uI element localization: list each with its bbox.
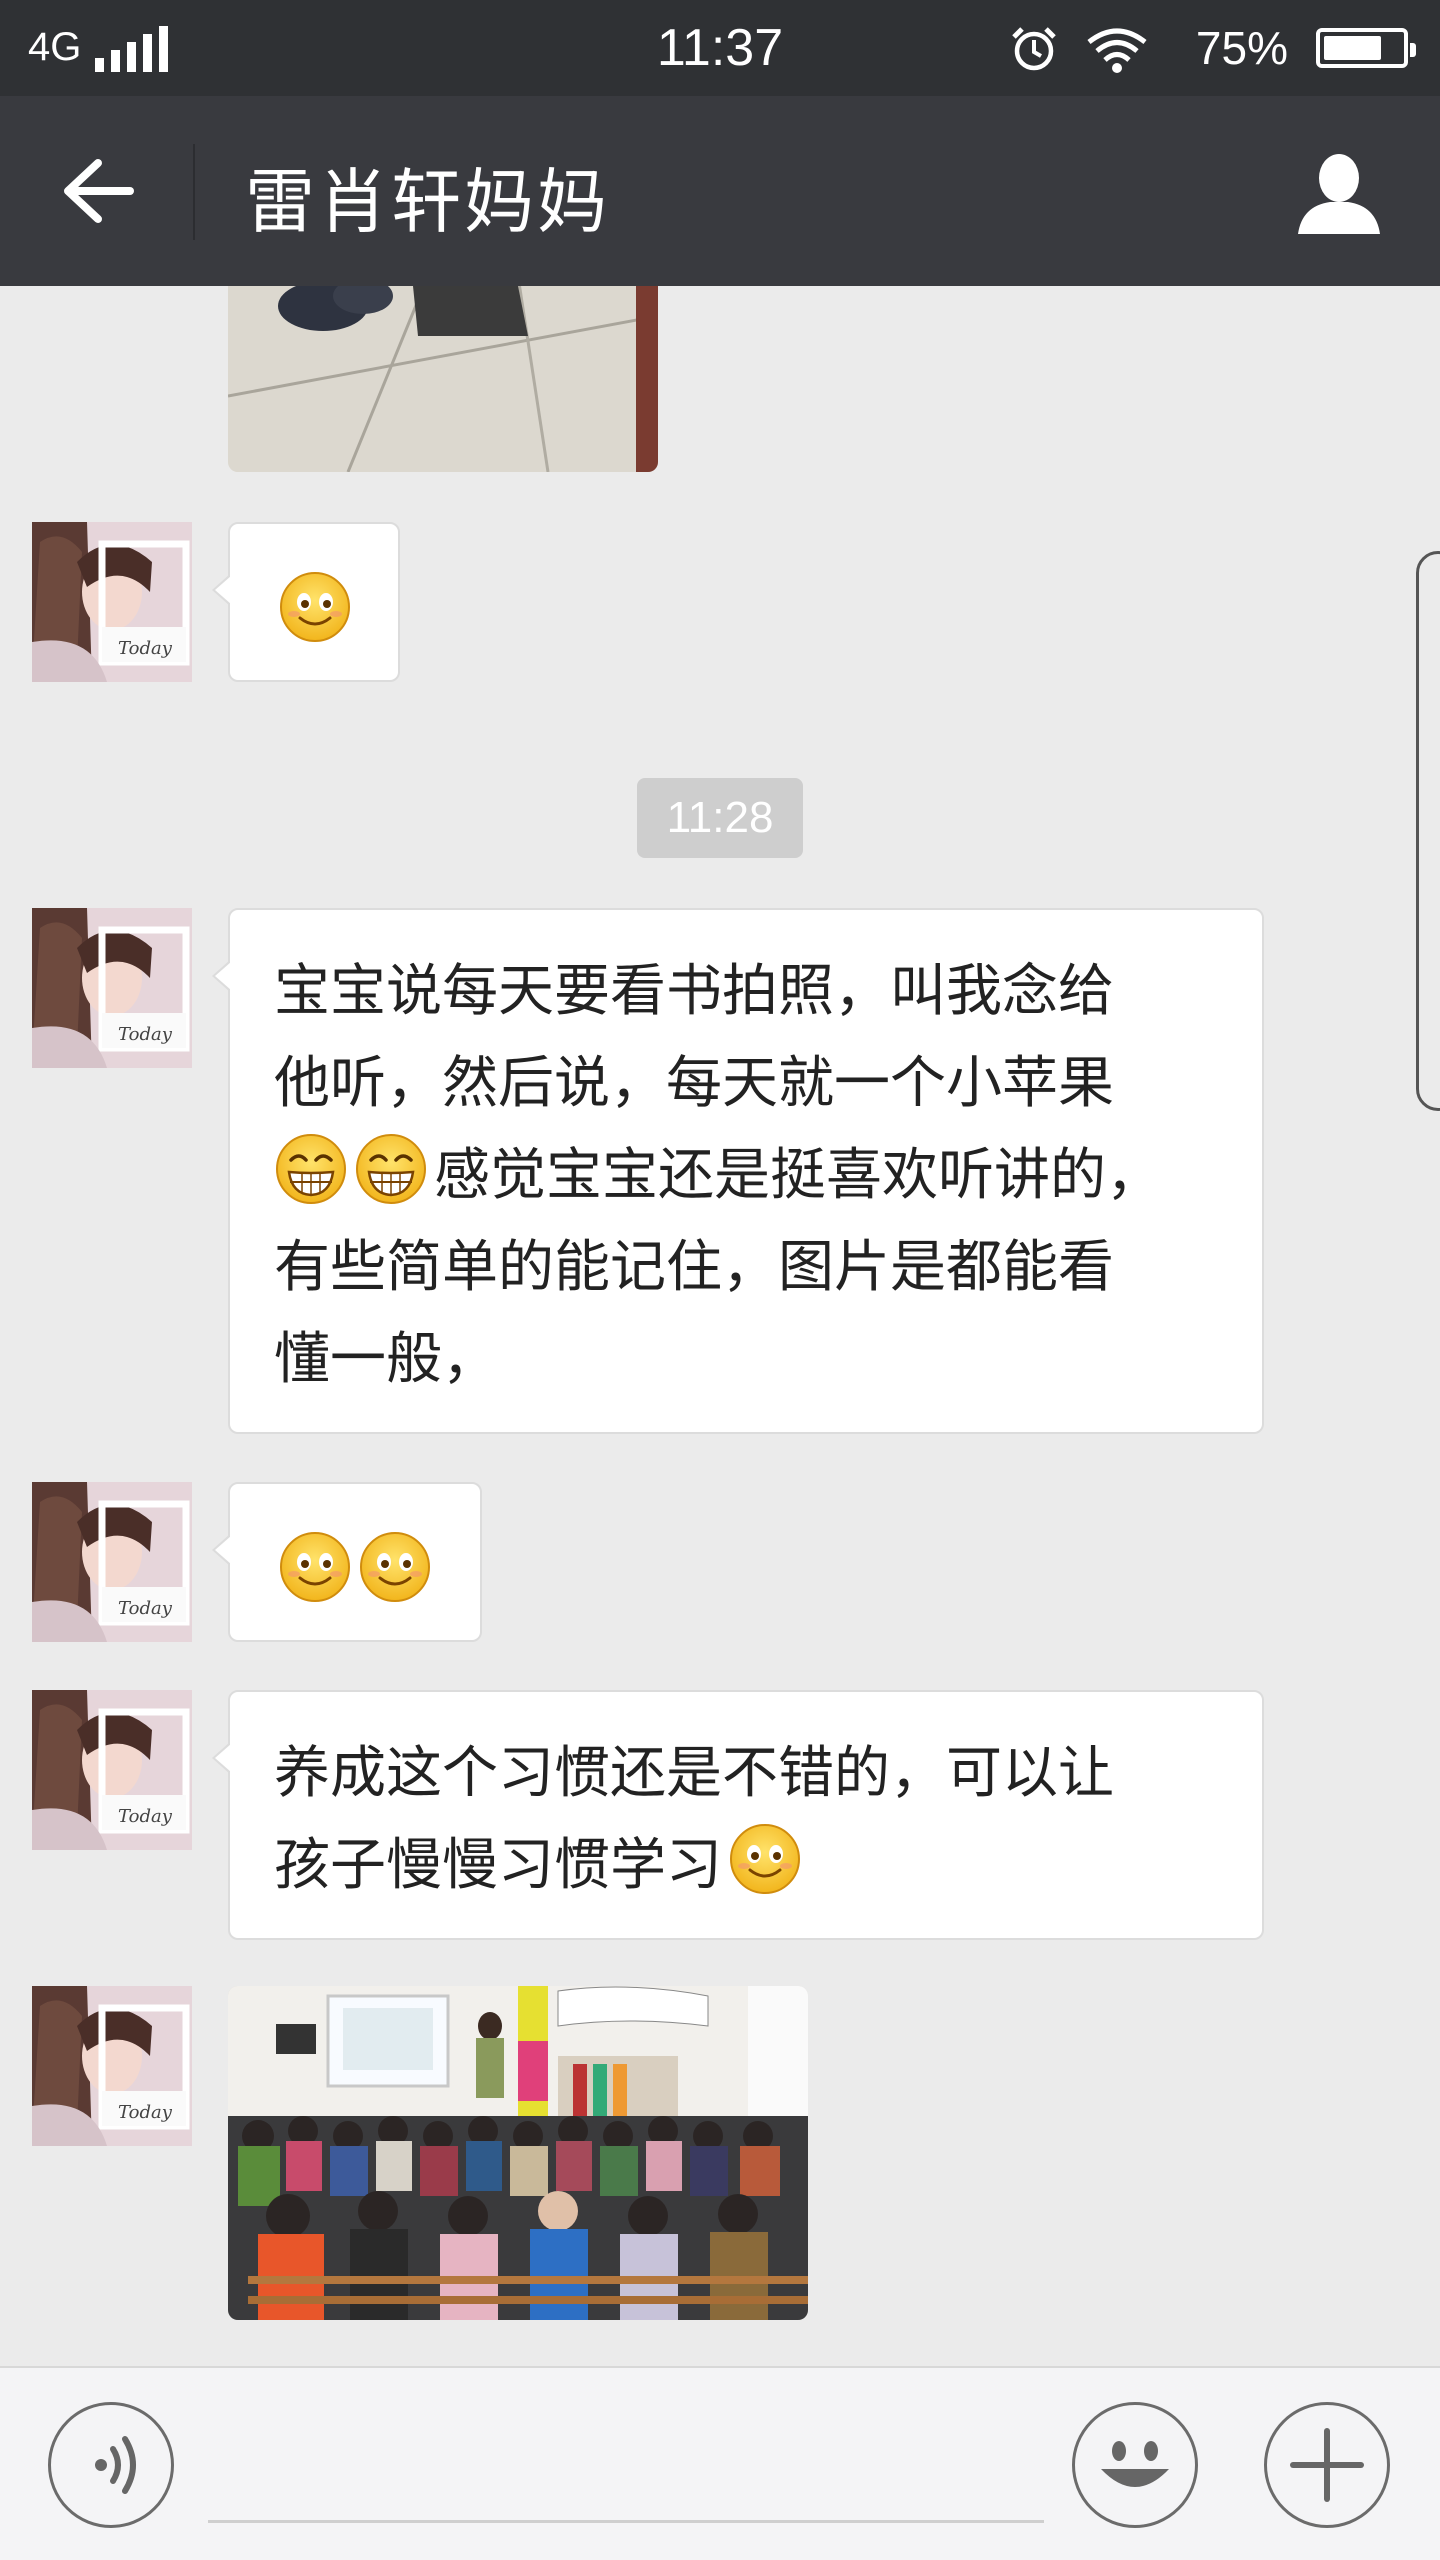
smile-emoji <box>278 1530 352 1604</box>
contact-avatar[interactable] <box>32 522 192 682</box>
chat-header: 雷肖轩妈妈 <box>0 96 1440 286</box>
message-line: 有些简单的能记住，图片是都能看 <box>274 1235 1114 1300</box>
emoji-message[interactable] <box>212 522 400 682</box>
message-line: 他听，然后说，每天就一个小苹果 <box>274 1051 1114 1116</box>
emoji-message[interactable] <box>212 1482 482 1642</box>
grin-emoji <box>274 1132 348 1206</box>
voice-button[interactable] <box>48 2402 174 2528</box>
message-line: 懂一般， <box>274 1327 498 1392</box>
message-line-text: 孩子慢慢习惯学习 <box>274 1833 722 1898</box>
photo-thumbnail <box>228 286 658 472</box>
battery-icon <box>1316 28 1416 68</box>
grin-emoji <box>354 1132 428 1206</box>
back-arrow-icon[interactable] <box>50 151 146 231</box>
status-bar: 4G 11:37 75% <box>0 0 1440 96</box>
message-input[interactable] <box>208 2408 1044 2523</box>
wifi-icon <box>1087 28 1147 73</box>
message-line: 孩子慢慢习惯学习 <box>274 1820 1218 1912</box>
message-line: 养成这个习惯还是不错的，可以让 <box>274 1741 1114 1806</box>
voice-icon <box>95 2436 136 2494</box>
plus-icon <box>1290 2428 1364 2502</box>
emoji-face-icon <box>1101 2441 1169 2487</box>
contact-avatar[interactable] <box>32 1482 192 1642</box>
side-drawer-handle[interactable] <box>1416 551 1440 1111</box>
status-right-group: 75% <box>968 18 1416 78</box>
smile-emoji <box>728 1822 802 1896</box>
message-list[interactable]: 11:28 宝宝说每天要看书拍照，叫我念给 他听，然后说，每天就一个小苹果 感觉… <box>0 286 1440 2366</box>
message-timestamp: 11:28 <box>637 778 803 858</box>
more-button[interactable] <box>1264 2402 1390 2528</box>
header-divider <box>193 144 195 240</box>
battery-level-fill <box>1324 36 1381 60</box>
smile-emoji <box>278 570 352 644</box>
chat-title: 雷肖轩妈妈 <box>245 161 610 243</box>
battery-percent: 75% <box>1195 22 1288 74</box>
image-message[interactable] <box>228 286 658 472</box>
message-line-text: 感觉宝宝还是挺喜欢听讲的， <box>434 1143 1162 1208</box>
text-message[interactable]: 宝宝说每天要看书拍照，叫我念给 他听，然后说，每天就一个小苹果 感觉宝宝还是挺喜… <box>212 908 1264 1434</box>
contact-avatar[interactable] <box>32 1690 192 1850</box>
person-icon[interactable] <box>1294 148 1384 238</box>
contact-avatar[interactable] <box>32 1986 192 2146</box>
image-message[interactable] <box>228 1986 808 2320</box>
contact-avatar[interactable] <box>32 908 192 1068</box>
emoji-button[interactable] <box>1072 2402 1198 2528</box>
message-line: 感觉宝宝还是挺喜欢听讲的， <box>274 1130 1218 1222</box>
alarm-icon <box>1012 27 1056 71</box>
smile-emoji <box>358 1530 432 1604</box>
classroom-photo <box>228 1986 808 2320</box>
text-message[interactable]: 养成这个习惯还是不错的，可以让 孩子慢慢习惯学习 <box>212 1690 1264 1940</box>
message-line: 宝宝说每天要看书拍照，叫我念给 <box>274 959 1114 1024</box>
input-bar <box>0 2366 1440 2560</box>
